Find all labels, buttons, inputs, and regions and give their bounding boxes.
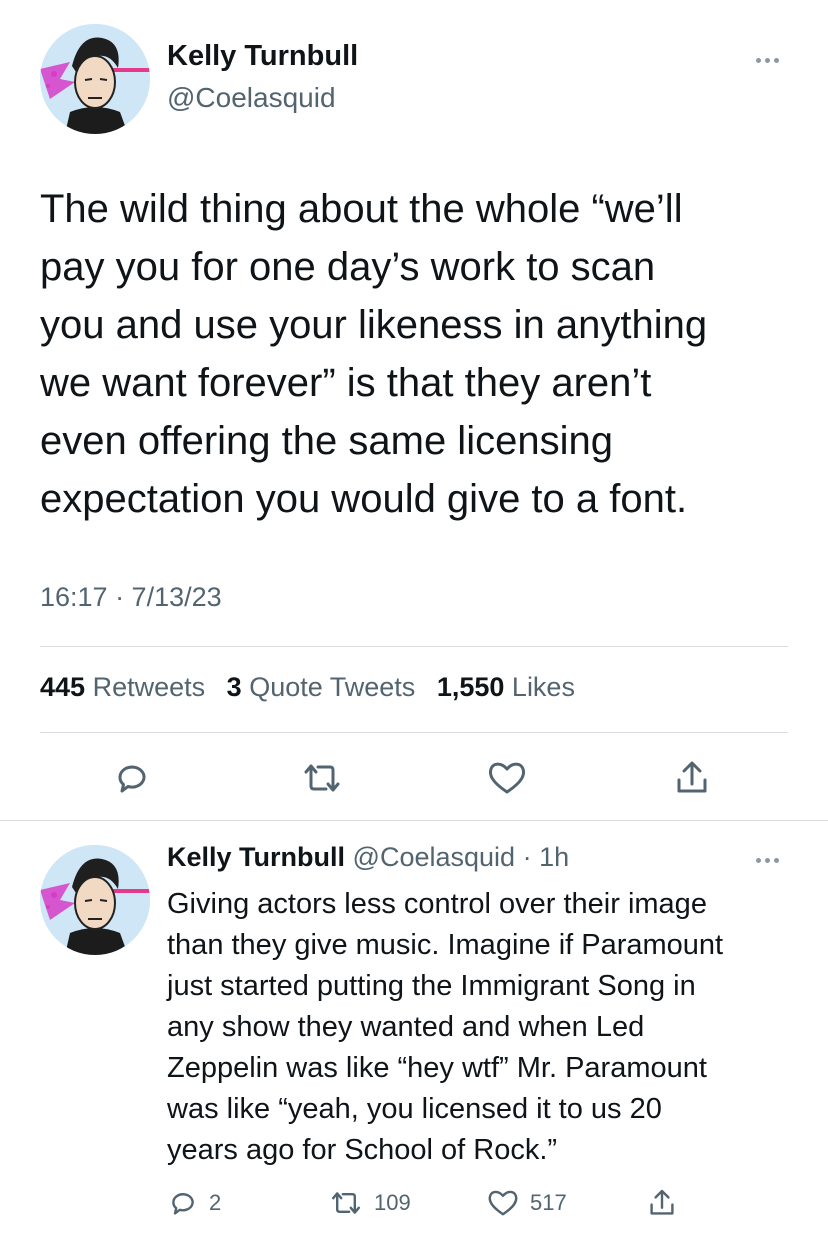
share-icon <box>650 1189 674 1215</box>
reply-author-display-name[interactable]: Kelly Turnbull <box>167 842 345 872</box>
retweet-icon[interactable] <box>300 758 344 798</box>
retweets-stat[interactable]: 445 Retweets <box>40 672 227 702</box>
quote-tweets-label: Quote Tweets <box>249 672 416 702</box>
meta-separator: · <box>522 842 532 872</box>
more-options-icon[interactable] <box>748 850 788 870</box>
divider <box>40 732 788 733</box>
reply-share-button[interactable] <box>646 1185 678 1221</box>
author-handle[interactable]: @Coelasquid <box>167 82 336 114</box>
likes-count: 1,550 <box>436 672 505 702</box>
quote-tweets-stat[interactable]: 3 Quote Tweets <box>227 672 437 702</box>
retweet-count: 109 <box>374 1190 411 1215</box>
reply-like-button[interactable]: 517 <box>486 1185 567 1221</box>
share-icon[interactable] <box>672 758 712 798</box>
reply-author-avatar[interactable] <box>40 845 150 955</box>
thread-divider <box>0 820 828 821</box>
like-count: 517 <box>530 1190 567 1215</box>
engagement-stats: 445 Retweets 3 Quote Tweets 1,550 Likes <box>40 672 589 703</box>
reply-author-handle[interactable]: @Coelasquid <box>353 842 516 872</box>
retweet-icon <box>332 1192 360 1214</box>
more-options-icon[interactable] <box>748 50 788 70</box>
reply-retweet-button[interactable]: 109 <box>328 1185 411 1221</box>
reply-icon[interactable] <box>112 758 152 798</box>
author-display-name[interactable]: Kelly Turnbull <box>167 40 358 73</box>
quote-tweets-count: 3 <box>226 672 242 702</box>
avatar-illustration <box>40 845 150 955</box>
retweets-label: Retweets <box>92 672 206 702</box>
tweet-text: The wild thing about the whole “we’ll pa… <box>40 187 708 521</box>
divider <box>40 646 788 647</box>
reply-time[interactable]: 1h <box>539 842 569 872</box>
reply-reply-button[interactable]: 2 <box>167 1185 221 1221</box>
like-icon <box>488 1190 518 1216</box>
likes-stat[interactable]: 1,550 Likes <box>437 672 589 702</box>
reply-count: 2 <box>209 1190 222 1215</box>
reply-header: Kelly Turnbull @Coelasquid · 1h <box>167 842 569 873</box>
avatar-illustration <box>40 24 150 134</box>
reply-icon <box>172 1193 194 1215</box>
tweet-timestamp[interactable]: 16:17 · 7/13/23 <box>40 582 222 613</box>
likes-label: Likes <box>511 672 575 702</box>
main-tweet: Kelly Turnbull @Coelasquid The wild thin… <box>0 0 828 820</box>
retweets-count: 445 <box>40 672 86 702</box>
author-avatar[interactable] <box>40 24 150 134</box>
like-icon[interactable] <box>486 758 528 798</box>
reply-text: Giving actors less control over their im… <box>167 888 724 1166</box>
